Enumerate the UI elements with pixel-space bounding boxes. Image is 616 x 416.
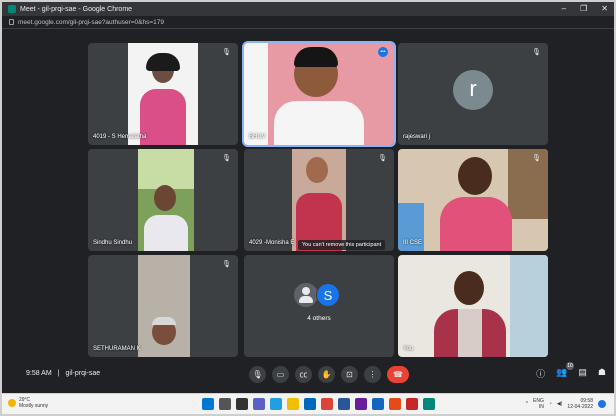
- avatar: r: [453, 70, 493, 110]
- windows-taskbar: 29°C Mostly sunny ^ ENG IN ◔ ◀) 09:58 12…: [2, 393, 614, 414]
- meeting-divider: |: [57, 370, 60, 377]
- participant-name: SETHURAMAN K: [93, 346, 141, 352]
- others-avatars: S: [294, 283, 344, 307]
- browser-title-bar: Meet - gil-prqi-sae - Google Chrome – ❐ …: [2, 2, 614, 16]
- mic-off-icon: 🎙︎: [532, 49, 541, 56]
- minimize-icon[interactable]: –: [562, 3, 566, 15]
- wifi-icon[interactable]: ◔: [549, 401, 552, 407]
- meet-favicon-icon: [8, 5, 16, 13]
- participant-name: BHUV: [249, 134, 266, 140]
- store-icon[interactable]: [304, 398, 316, 410]
- video-feed: [138, 255, 190, 357]
- chat-icon[interactable]: ▤: [578, 367, 587, 380]
- edge-icon[interactable]: [270, 398, 282, 410]
- file-explorer-icon[interactable]: [287, 398, 299, 410]
- participant-tile-active[interactable]: ••• BHUV: [242, 41, 396, 147]
- video-feed: [292, 149, 346, 251]
- start-icon[interactable]: [202, 398, 214, 410]
- chrome-icon[interactable]: [321, 398, 333, 410]
- chat-app-icon[interactable]: [253, 398, 265, 410]
- meet-control-bar: 9:58 AM | gil-prqi-sae 🎙 ▭ ㏄ ✋ ⊡ ⋮ ☎ 10 …: [2, 359, 614, 393]
- weather-desc: Mostly sunny: [19, 403, 49, 409]
- leave-call-button[interactable]: ☎: [387, 366, 409, 383]
- region-indicator[interactable]: IN: [533, 404, 544, 410]
- captions-button[interactable]: ㏄: [295, 366, 312, 383]
- notification-icon[interactable]: [598, 400, 606, 408]
- app-icon[interactable]: [423, 398, 435, 410]
- video-feed: [398, 149, 548, 251]
- clock-date: 12-04-2022: [567, 404, 593, 410]
- url-text[interactable]: meet.google.com/gil-prqi-sae?authuser=0&…: [18, 19, 164, 26]
- mic-off-icon: 🎙︎: [532, 155, 541, 162]
- video-feed: [128, 43, 198, 145]
- meeting-info: 9:58 AM | gil-prqi-sae: [26, 370, 100, 377]
- side-controls: ⓘ 👥 ▤ ☗: [536, 367, 606, 380]
- participant-name: Sindhu Sindhu: [93, 240, 133, 246]
- video-feed: [398, 255, 548, 357]
- participant-grid: 🎙︎ 4019 - S Hemalatha ••• BHUV r 🎙︎ raje…: [2, 29, 614, 359]
- info-icon[interactable]: ⓘ: [536, 367, 545, 380]
- sun-icon: [8, 399, 16, 407]
- restore-icon[interactable]: ❐: [580, 3, 587, 15]
- participant-tile-group[interactable]: S 4 others: [244, 255, 394, 357]
- microphone-button[interactable]: 🎙: [249, 366, 266, 383]
- close-icon[interactable]: ✕: [601, 3, 608, 15]
- participant-name: 4019 - S Hemalatha: [93, 134, 147, 140]
- lock-icon[interactable]: [9, 19, 14, 25]
- present-button[interactable]: ⊡: [341, 366, 358, 383]
- participant-name: rajeswari j: [403, 134, 431, 140]
- participant-tile[interactable]: 🎙︎ SETHURAMAN K: [88, 255, 238, 357]
- people-icon[interactable]: 👥: [556, 367, 567, 380]
- participant-tile[interactable]: r 🎙︎ rajeswari j: [398, 43, 548, 145]
- meeting-code: gil-prqi-sae: [65, 370, 101, 377]
- task-view-icon[interactable]: [236, 398, 248, 410]
- system-tray: ^ ENG IN ◔ ◀) 09:58 12-04-2022: [526, 398, 606, 410]
- self-tile[interactable]: You: [398, 255, 548, 357]
- address-bar[interactable]: meet.google.com/gil-prqi-sae?authuser=0&…: [2, 16, 614, 29]
- search-icon[interactable]: [219, 398, 231, 410]
- activities-icon[interactable]: ☗: [598, 367, 606, 380]
- app-icon[interactable]: [355, 398, 367, 410]
- participant-name: 4029 -Monisha E: [249, 240, 295, 246]
- window-title: Meet - gil-prqi-sae - Google Chrome: [20, 5, 133, 13]
- mic-off-icon: 🎙︎: [222, 261, 231, 268]
- participant-tile[interactable]: 🎙︎ 4029 -Monisha E: [244, 149, 394, 251]
- weather-widget[interactable]: 29°C Mostly sunny: [8, 397, 48, 409]
- raise-hand-button[interactable]: ✋: [318, 366, 335, 383]
- more-options-button[interactable]: ⋮: [364, 366, 381, 383]
- office-icon[interactable]: [389, 398, 401, 410]
- meeting-time: 9:58 AM: [26, 370, 52, 377]
- mic-off-icon: 🎙︎: [222, 155, 231, 162]
- participant-name: III CSE: [403, 240, 423, 246]
- call-controls: 🎙 ▭ ㏄ ✋ ⊡ ⋮ ☎: [249, 366, 409, 383]
- chevron-up-icon[interactable]: ^: [526, 401, 528, 407]
- camera-button[interactable]: ▭: [272, 366, 289, 383]
- video-feed: [244, 43, 394, 145]
- volume-icon[interactable]: ◀): [557, 401, 563, 407]
- speaking-indicator-icon: •••: [378, 47, 388, 57]
- participant-tile[interactable]: 🎙︎ III CSE: [398, 149, 548, 251]
- participant-name: You: [403, 346, 414, 352]
- taskbar-apps: [202, 398, 435, 410]
- screen: Meet - gil-prqi-sae - Google Chrome – ❐ …: [0, 0, 616, 416]
- mic-off-icon: 🎙︎: [378, 155, 387, 162]
- clock[interactable]: 09:58 12-04-2022: [567, 398, 593, 410]
- participant-tile[interactable]: 🎙︎ 4019 - S Hemalatha: [88, 43, 238, 145]
- tooltip: You can't remove this participant: [298, 240, 386, 250]
- app-icon[interactable]: [406, 398, 418, 410]
- video-feed: [138, 149, 194, 251]
- app-icon[interactable]: [372, 398, 384, 410]
- others-label: 4 others: [307, 315, 331, 322]
- window-controls: – ❐ ✕: [562, 3, 608, 15]
- word-icon[interactable]: [338, 398, 350, 410]
- person-icon: [294, 283, 318, 307]
- participant-tile[interactable]: 🎙︎ Sindhu Sindhu: [88, 149, 238, 251]
- avatar: S: [316, 283, 340, 307]
- mic-off-icon: 🎙︎: [222, 49, 231, 56]
